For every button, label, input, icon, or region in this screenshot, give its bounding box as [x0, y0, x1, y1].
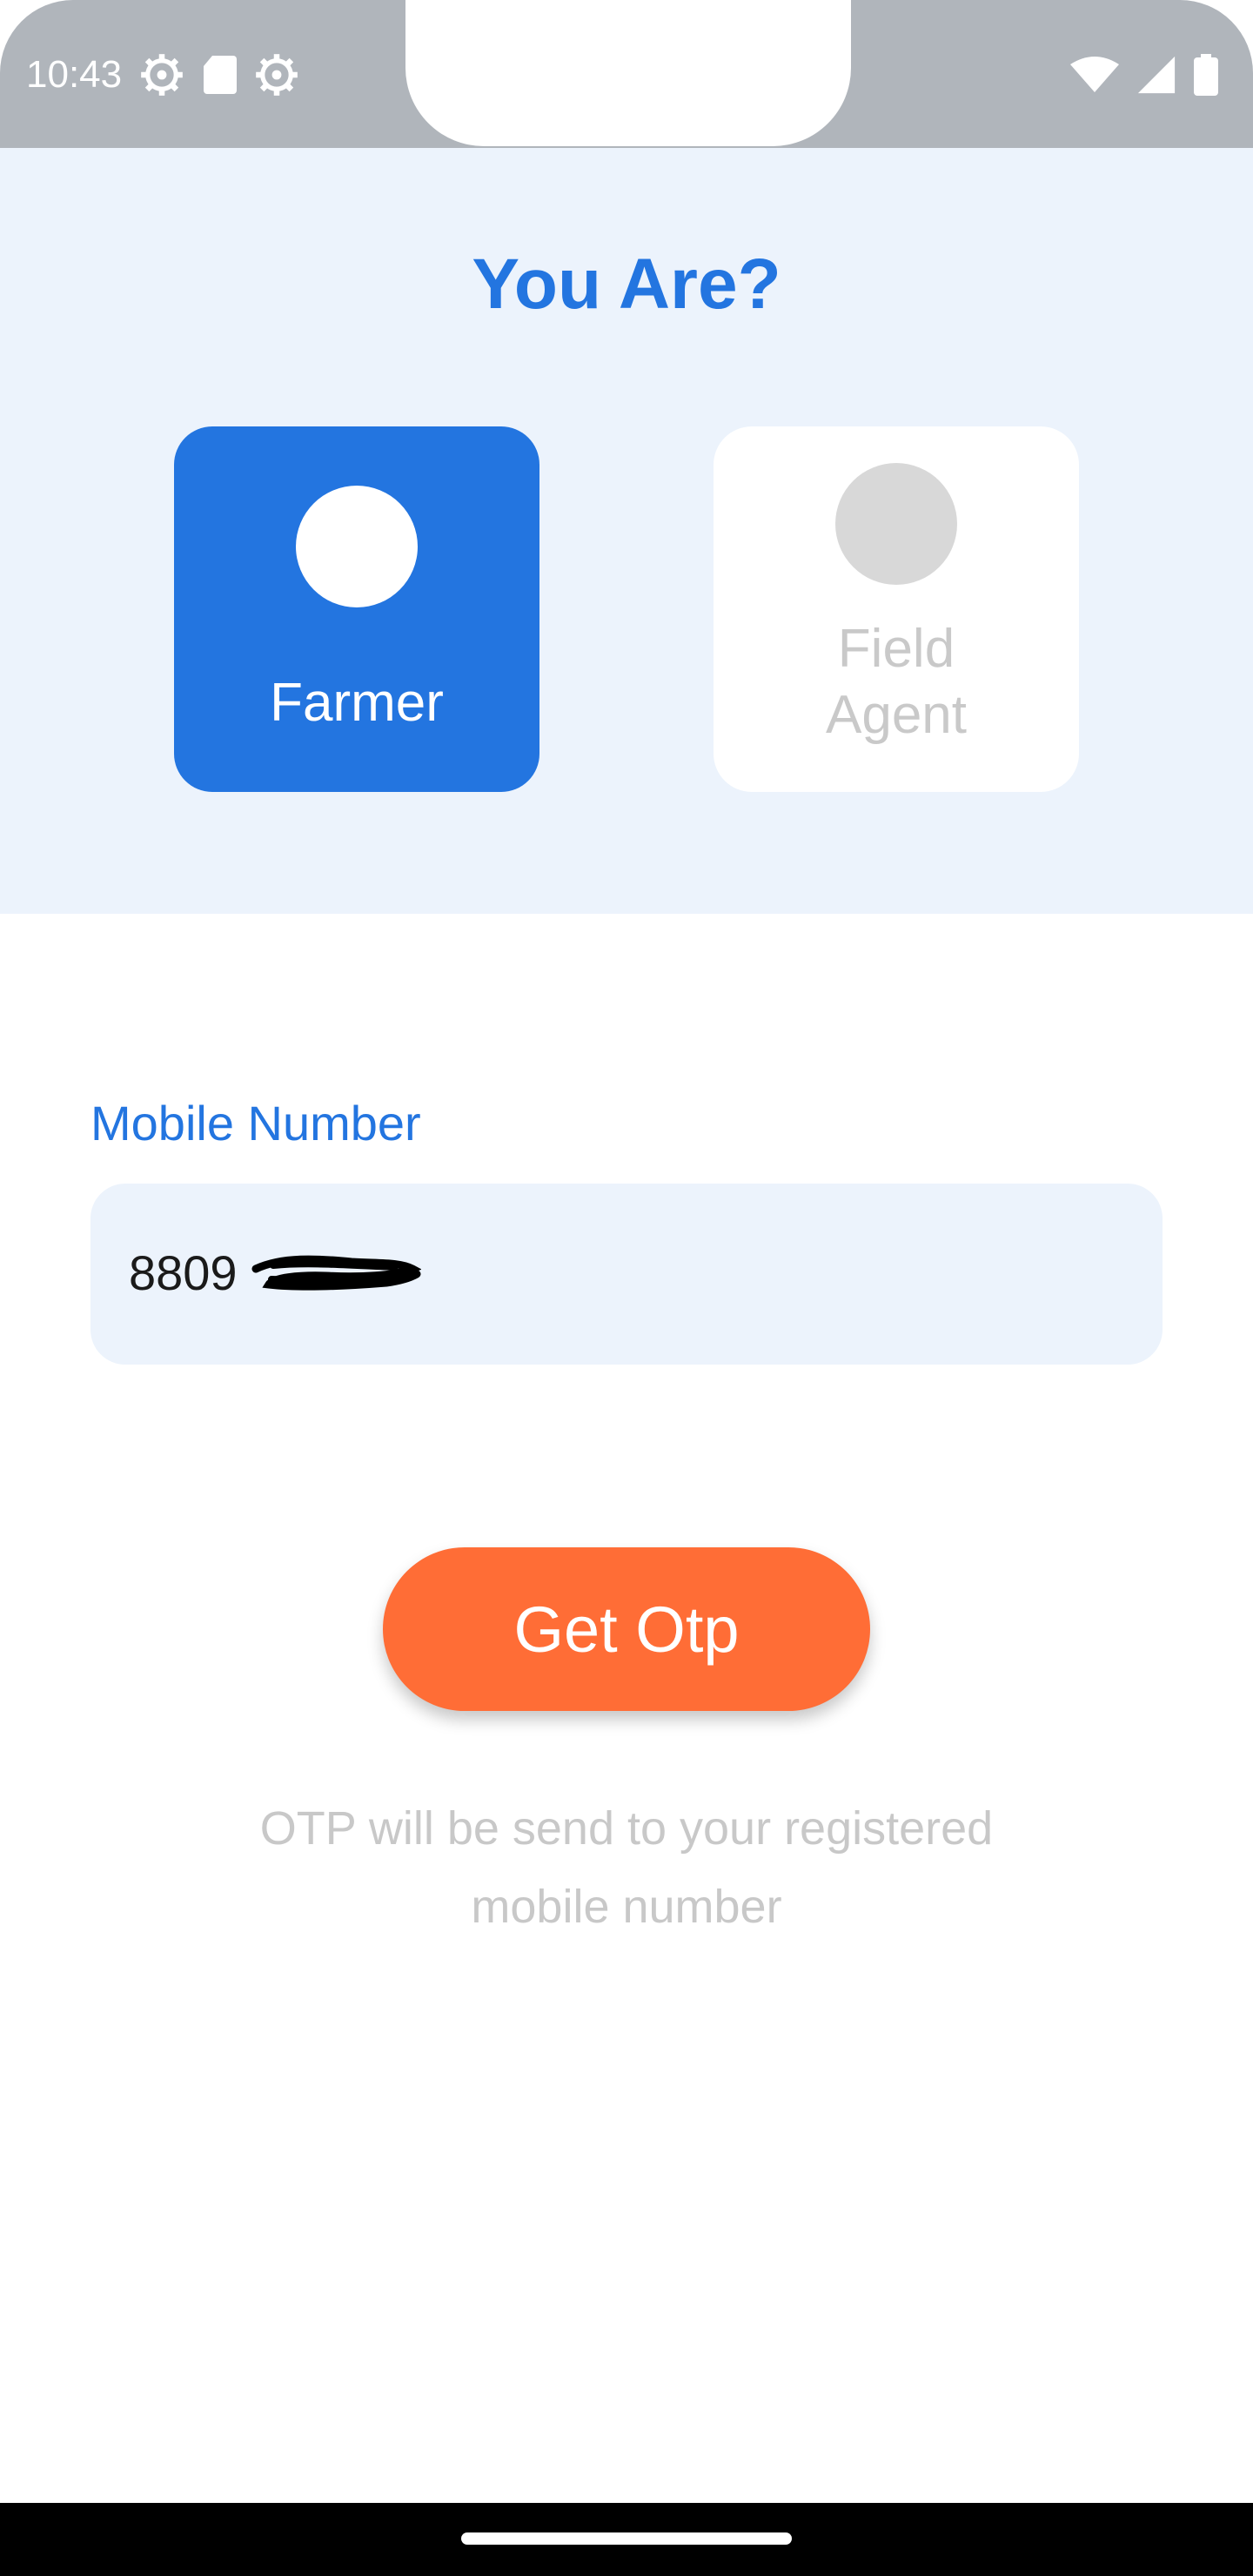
cellular-signal-icon — [1136, 55, 1176, 95]
system-navigation-bar — [0, 2503, 1253, 2576]
settings-gear-icon-2 — [254, 52, 299, 97]
wifi-icon — [1070, 56, 1119, 94]
status-right — [1070, 49, 1218, 101]
camera-notch — [405, 0, 851, 146]
field-agent-avatar — [835, 463, 957, 585]
get-otp-button[interactable]: Get Otp — [383, 1547, 870, 1711]
role-label-farmer: Farmer — [270, 673, 444, 733]
role-selection-panel: You Are? Farmer Field Agent — [0, 148, 1253, 914]
mobile-number-field[interactable]: 8809 — [90, 1184, 1163, 1365]
status-bar: 10:43 — [0, 0, 1253, 148]
mobile-number-value: 8809 — [129, 1245, 238, 1300]
role-label-line-1: Field — [837, 619, 955, 679]
page-title: You Are? — [472, 245, 781, 324]
role-option-field-agent[interactable]: Field Agent — [714, 426, 1079, 792]
farmer-avatar — [296, 486, 418, 607]
sd-card-icon — [202, 54, 238, 96]
settings-gear-icon — [139, 52, 184, 97]
mobile-number-label: Mobile Number — [90, 1096, 421, 1150]
role-label-line-2: Agent — [825, 685, 968, 745]
home-indicator[interactable] — [461, 2532, 792, 2545]
role-option-farmer[interactable]: Farmer — [174, 426, 539, 792]
role-label-field-agent: Field Agent — [714, 616, 1079, 748]
status-left: 10:43 — [26, 49, 299, 101]
status-time: 10:43 — [26, 53, 123, 96]
battery-icon — [1194, 54, 1218, 96]
otp-hint-line-2: mobile number — [471, 1881, 782, 1933]
otp-hint-text: OTP will be send to your registered mobi… — [191, 1789, 1062, 1946]
otp-hint-line-1: OTP will be send to your registered — [259, 1802, 994, 1855]
redaction-scribble — [251, 1255, 421, 1291]
